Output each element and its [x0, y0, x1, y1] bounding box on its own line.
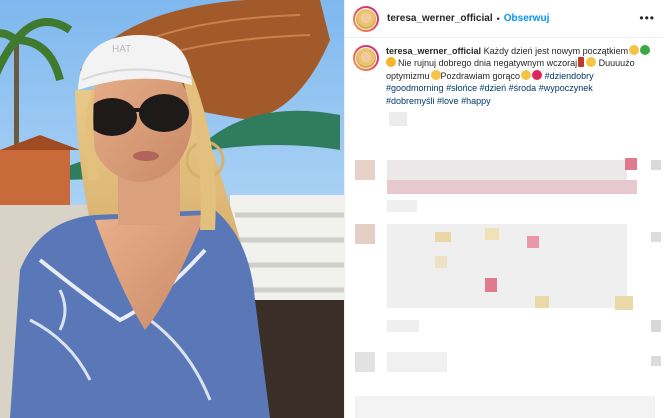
sun-emoji-icon: [386, 57, 396, 68]
post-side-panel: teresa_werner_official • Obserwuj ••• te…: [344, 0, 664, 418]
hashtag-link[interactable]: #happy: [461, 96, 491, 106]
blurred-block: [485, 278, 497, 292]
caption-avatar[interactable]: [353, 45, 379, 71]
caption-text: teresa_werner_official Każdy dzień jest …: [386, 45, 658, 107]
blurred-block: [651, 320, 661, 332]
caption-line-1: Każdy dzień jest nowym początkiem: [481, 46, 629, 56]
hashtag-link[interactable]: #wypoczynek: [539, 83, 593, 93]
blurred-block: [389, 112, 407, 126]
blurred-block: [387, 224, 627, 308]
hashtag-link[interactable]: #słońce: [446, 83, 477, 93]
blurred-block: [625, 158, 637, 170]
post-photo-image: HAT: [0, 0, 344, 418]
caption-username-link[interactable]: teresa_werner_official: [386, 46, 481, 56]
hashtag-link[interactable]: #love: [437, 96, 459, 106]
blurred-block: [651, 160, 661, 170]
separator-dot: •: [496, 13, 500, 24]
post-photo[interactable]: HAT: [0, 0, 344, 418]
blurred-block: [535, 296, 549, 308]
blurred-avatar: [355, 160, 375, 180]
heart-emoji-icon: [532, 69, 543, 80]
post-header: teresa_werner_official • Obserwuj •••: [345, 0, 664, 38]
blurred-block: [387, 320, 419, 332]
hug-emoji-icon: [521, 69, 532, 80]
hashtag-link[interactable]: #środa: [509, 83, 537, 93]
blurred-block: [651, 356, 661, 366]
blurred-block: [387, 352, 447, 372]
clover-emoji-icon: [640, 45, 651, 55]
avatar[interactable]: [353, 5, 379, 32]
blurred-block: [387, 180, 637, 194]
caption-line-4: Pozdrawiam gorąco: [440, 70, 521, 81]
username-link[interactable]: teresa_werner_official: [387, 13, 493, 24]
caption-line-2: Nie rujnuj dobrego dnia negatywnym wczor…: [398, 58, 578, 69]
blurred-block: [435, 232, 451, 242]
blurred-block: [435, 256, 447, 268]
grin-emoji-icon: [430, 69, 441, 80]
blurred-block: [615, 296, 633, 310]
hashtag-link[interactable]: #dziendobry: [545, 71, 594, 81]
hashtag-link[interactable]: #dobremyśli: [386, 96, 435, 106]
blurred-avatar: [355, 352, 375, 372]
follow-button[interactable]: Obserwuj: [504, 13, 550, 24]
blurred-block: [485, 228, 499, 240]
svg-text:HAT: HAT: [112, 44, 131, 55]
blurred-block: [651, 232, 661, 242]
blurred-block: [387, 200, 417, 212]
post-caption: teresa_werner_official Każdy dzień jest …: [353, 45, 658, 107]
wink-emoji-icon: [586, 57, 597, 68]
hashtag-link[interactable]: #dzień: [480, 83, 507, 93]
blurred-block: [387, 160, 627, 180]
hashtag-link[interactable]: #goodmorning: [386, 83, 444, 93]
smile-emoji-icon: [629, 45, 640, 55]
blurred-block: [527, 236, 539, 248]
more-options-icon[interactable]: •••: [639, 11, 655, 25]
blurred-block: [355, 396, 655, 418]
blurred-avatar: [355, 224, 375, 244]
no-entry-emoji-icon: [578, 57, 585, 68]
